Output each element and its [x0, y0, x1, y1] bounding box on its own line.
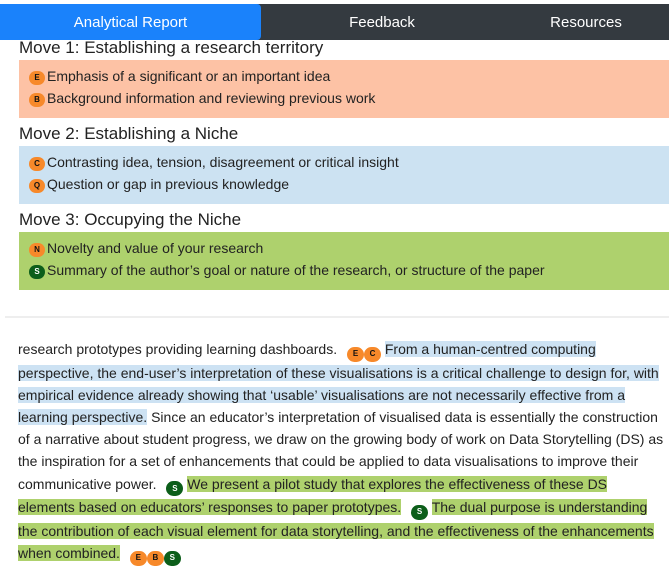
legend-item-emphasis: E Emphasis of a significant or an import… [29, 65, 669, 87]
legend-item-label: Novelty and value of your research [47, 240, 264, 256]
tab-resources[interactable]: Resources [503, 4, 669, 40]
text-segment: research prototypes providing learning d… [18, 341, 338, 357]
question-badge-icon: Q [29, 178, 45, 193]
analysed-text: research prototypes providing learning d… [18, 338, 666, 566]
contrasting-badge-icon: C [29, 156, 45, 171]
novelty-badge-icon: N [29, 242, 45, 257]
legend-item-label: Contrasting idea, tension, disagreement … [47, 154, 399, 170]
legend-item-label: Summary of the author’s goal or nature o… [47, 262, 545, 278]
move-2-box: C Contrasting idea, tension, disagreemen… [19, 146, 669, 204]
background-tag-icon[interactable]: B [146, 550, 164, 566]
emphasis-tag-icon[interactable]: E [129, 550, 147, 566]
tab-analytical-report[interactable]: Analytical Report [0, 4, 261, 40]
move-1-title: Move 1: Establishing a research territor… [19, 38, 324, 57]
legend-item-label: Emphasis of a significant or an importan… [47, 68, 331, 84]
section-divider [5, 316, 669, 318]
legend-item-summary: S Summary of the author’s goal or nature… [29, 259, 669, 281]
summary-tag-icon[interactable]: S [163, 550, 181, 566]
rhetorical-moves-legend: Move 1: Establishing a research territor… [19, 38, 669, 296]
legend-item-background: B Background information and reviewing p… [29, 87, 669, 109]
summary-badge-icon: S [29, 264, 45, 279]
background-badge-icon: B [29, 92, 45, 107]
tab-bar: Analytical Report Feedback Resources [0, 4, 669, 40]
summary-tag-icon[interactable]: S [411, 504, 429, 520]
legend-item-novelty: N Novelty and value of your research [29, 237, 669, 259]
emphasis-tag-icon[interactable]: E [346, 346, 364, 362]
emphasis-badge-icon: E [29, 70, 45, 85]
legend-item-label: Question or gap in previous knowledge [47, 176, 290, 192]
clipped-text-line [18, 326, 658, 332]
contrasting-tag-icon[interactable]: C [363, 346, 381, 362]
tab-feedback[interactable]: Feedback [261, 4, 503, 40]
legend-item-question: Q Question or gap in previous knowledge [29, 173, 669, 195]
move-3-box: N Novelty and value of your research S S… [19, 232, 669, 290]
move-3-title: Move 3: Occupying the Niche [19, 210, 242, 229]
legend-item-contrasting: C Contrasting idea, tension, disagreemen… [29, 151, 669, 173]
move-2-title: Move 2: Establishing a Niche [19, 124, 239, 143]
legend-item-label: Background information and reviewing pre… [47, 90, 376, 106]
summary-tag-icon[interactable]: S [166, 481, 184, 497]
move-1-box: E Emphasis of a significant or an import… [19, 60, 669, 118]
